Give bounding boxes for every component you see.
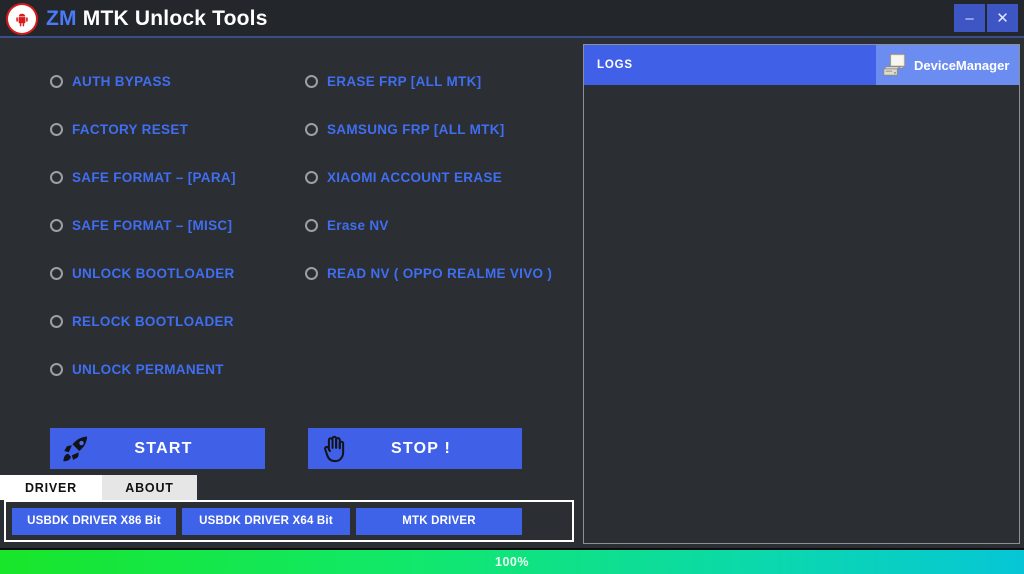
minimize-button[interactable]: – [954, 4, 985, 32]
radio-icon[interactable] [50, 363, 63, 376]
computer-icon [876, 51, 914, 79]
option-label: XIAOMI ACCOUNT ERASE [327, 170, 503, 185]
option-auth-bypass[interactable]: AUTH BYPASS [50, 74, 171, 89]
radio-icon[interactable] [305, 219, 318, 232]
device-manager-label: DeviceManager [914, 57, 1010, 73]
close-button[interactable]: ✕ [987, 4, 1018, 32]
option-label: READ NV ( OPPO REALME VIVO ) [327, 266, 553, 281]
window-controls: – ✕ [954, 4, 1018, 32]
stop-button-label: STOP ! [391, 439, 451, 457]
radio-icon[interactable] [305, 75, 318, 88]
option-label: FACTORY RESET [72, 122, 189, 137]
option-erase-frp-all-mtk[interactable]: ERASE FRP [ALL MTK] [305, 74, 481, 89]
option-label: SAMSUNG FRP [ALL MTK] [327, 122, 505, 137]
option-label: AUTH BYPASS [72, 74, 172, 89]
driver-tab-panel: USBDK DRIVER X86 Bit USBDK DRIVER X64 Bi… [4, 500, 574, 542]
options-panel: AUTH BYPASS FACTORY RESET SAFE FORMAT – … [0, 38, 576, 469]
option-label: RELOCK BOOTLOADER [72, 314, 234, 329]
logs-panel: LOGS DeviceManager [583, 44, 1020, 544]
tab-about[interactable]: ABOUT [102, 475, 197, 500]
mtk-driver-button[interactable]: MTK DRIVER [356, 507, 522, 535]
option-relock-bootloader[interactable]: RELOCK BOOTLOADER [50, 314, 234, 329]
tab-driver[interactable]: DRIVER [0, 475, 102, 500]
option-erase-nv[interactable]: Erase NV [305, 218, 389, 233]
radio-icon[interactable] [305, 171, 318, 184]
logs-output[interactable] [584, 85, 1019, 543]
option-label: SAFE FORMAT – [MISC] [72, 218, 233, 233]
app-window: ZM MTK Unlock Tools – ✕ AUTH BYPASS FACT… [0, 0, 1024, 574]
option-unlock-permanent[interactable]: UNLOCK PERMANENT [50, 362, 224, 377]
rocket-icon [50, 432, 102, 466]
radio-icon[interactable] [305, 267, 318, 280]
option-samsung-frp-all-mtk[interactable]: SAMSUNG FRP [ALL MTK] [305, 122, 505, 137]
usbdk-driver-x86-button[interactable]: USBDK DRIVER X86 Bit [12, 507, 176, 535]
android-robot-icon [8, 5, 36, 33]
progress-label: 100% [495, 555, 529, 569]
radio-icon[interactable] [50, 171, 63, 184]
radio-icon[interactable] [50, 267, 63, 280]
radio-icon[interactable] [50, 123, 63, 136]
option-label: ERASE FRP [ALL MTK] [327, 74, 482, 89]
option-xiaomi-account-erase[interactable]: XIAOMI ACCOUNT ERASE [305, 170, 502, 185]
radio-icon[interactable] [50, 219, 63, 232]
radio-icon[interactable] [305, 123, 318, 136]
start-button[interactable]: START [50, 428, 265, 469]
option-unlock-bootloader[interactable]: UNLOCK BOOTLOADER [50, 266, 235, 281]
option-factory-reset[interactable]: FACTORY RESET [50, 122, 188, 137]
title-text: MTK Unlock Tools [76, 7, 268, 30]
option-label: SAFE FORMAT – [PARA] [72, 170, 236, 185]
start-button-label: START [134, 439, 193, 457]
option-safe-format-misc[interactable]: SAFE FORMAT – [MISC] [50, 218, 232, 233]
title-bar: ZM MTK Unlock Tools – ✕ [0, 0, 1024, 38]
page-title: ZM MTK Unlock Tools [46, 7, 268, 31]
option-safe-format-para[interactable]: SAFE FORMAT – [PARA] [50, 170, 236, 185]
usbdk-driver-x64-button[interactable]: USBDK DRIVER X64 Bit [182, 507, 350, 535]
progress-bar: 100% [0, 548, 1024, 574]
option-label: UNLOCK BOOTLOADER [72, 266, 235, 281]
tab-strip: DRIVER ABOUT [0, 475, 578, 500]
radio-icon[interactable] [50, 315, 63, 328]
option-label: Erase NV [327, 218, 389, 233]
logs-header: LOGS DeviceManager [584, 45, 1019, 85]
raised-hand-icon [308, 432, 360, 466]
radio-icon[interactable] [50, 75, 63, 88]
logs-title: LOGS [597, 59, 633, 71]
device-manager-button[interactable]: DeviceManager [876, 45, 1019, 85]
option-label: UNLOCK PERMANENT [72, 362, 224, 377]
option-read-nv-oppo-realme-vivo[interactable]: READ NV ( OPPO REALME VIVO ) [305, 266, 552, 281]
stop-button[interactable]: STOP ! [308, 428, 522, 469]
title-brand: ZM [46, 7, 77, 30]
